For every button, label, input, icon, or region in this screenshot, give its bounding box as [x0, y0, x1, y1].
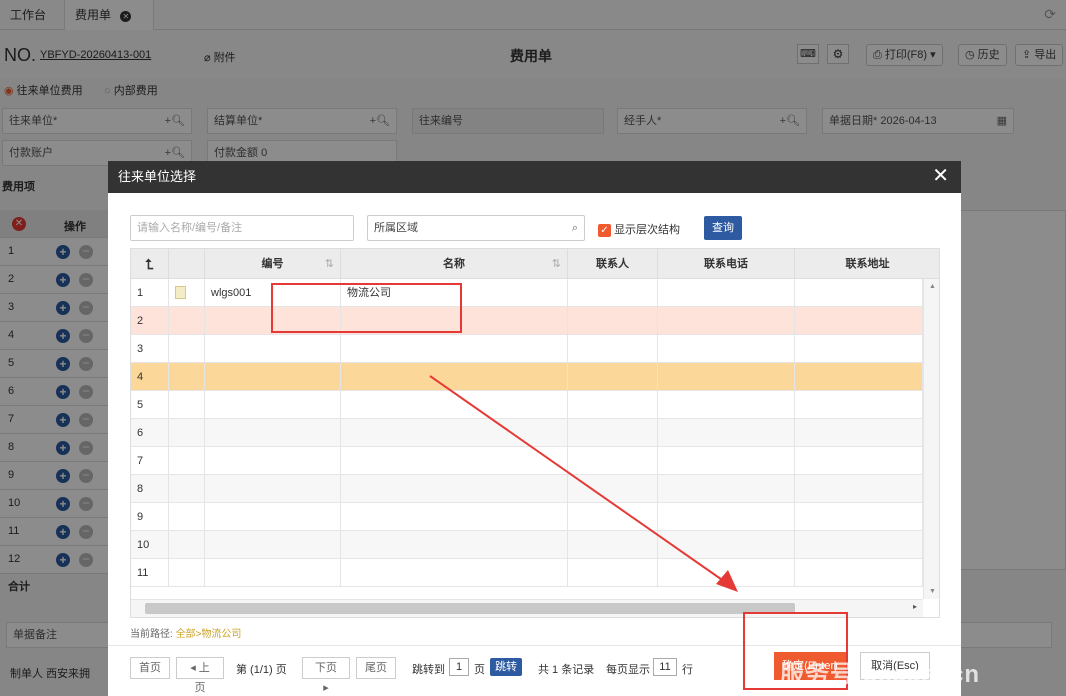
watermark: 服务号 bsaas_cn [780, 661, 981, 688]
annotation-arrow [429, 375, 738, 592]
